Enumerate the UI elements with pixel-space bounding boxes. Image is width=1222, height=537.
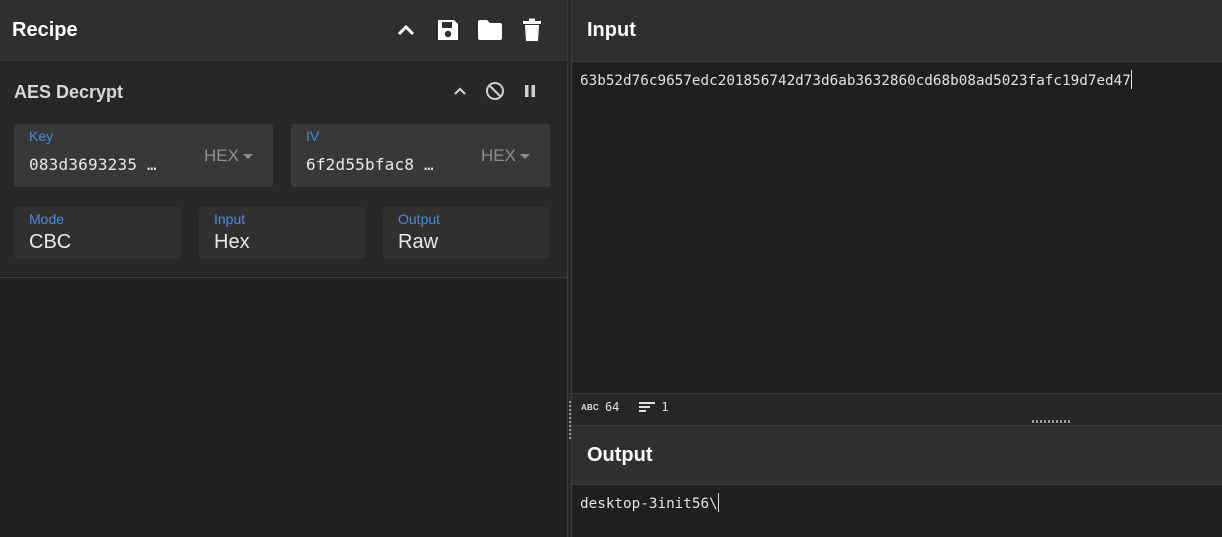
pause-icon xyxy=(524,85,535,97)
key-encoding-dropdown[interactable]: HEX xyxy=(204,146,253,166)
output-text: desktop-3init56\ xyxy=(580,496,718,512)
load-recipe-button[interactable] xyxy=(469,10,511,50)
pause-operation-button[interactable] xyxy=(512,76,547,106)
input-format-label: Input xyxy=(214,211,246,227)
input-format-value: Hex xyxy=(214,231,250,253)
iv-encoding-value: HEX xyxy=(481,146,516,165)
operation-title: AES Decrypt xyxy=(14,82,124,102)
clear-recipe-button[interactable] xyxy=(511,10,553,50)
iv-encoding-dropdown[interactable]: HEX xyxy=(481,146,530,166)
splitter-grip-icon xyxy=(1032,420,1070,423)
chevron-up-icon xyxy=(397,24,415,36)
save-icon xyxy=(438,20,458,40)
length-stat: ABC 64 xyxy=(581,400,619,414)
output-text-wrap: desktop-3init56\ xyxy=(580,493,719,512)
chevron-up-icon xyxy=(453,87,466,95)
length-value: 64 xyxy=(604,400,620,414)
text-cursor xyxy=(717,493,719,512)
recipe-title: Recipe xyxy=(12,18,78,41)
mode-dropdown[interactable]: Mode CBC xyxy=(14,207,181,259)
caret-down-icon xyxy=(520,154,530,159)
key-encoding-value: HEX xyxy=(204,146,239,165)
input-header: Input xyxy=(572,0,1222,62)
key-field[interactable]: Key 083d3693235 … HEX xyxy=(14,124,273,187)
recipe-panel: Recipe AES Decrypt Key 083d3693235 … HEX… xyxy=(0,0,567,537)
output-format-label: Output xyxy=(398,211,441,227)
text-cursor xyxy=(1130,70,1132,89)
trash-icon xyxy=(523,18,541,41)
caret-down-icon xyxy=(243,154,253,159)
disable-icon xyxy=(485,82,504,100)
iv-value[interactable]: 6f2d55bfac8 … xyxy=(306,155,434,174)
recipe-header: Recipe xyxy=(0,0,567,61)
input-textarea[interactable]: 63b52d76c9657edc201856742d73d6ab3632860c… xyxy=(572,62,1222,393)
splitter-grip-icon xyxy=(569,401,571,441)
input-text-wrap: 63b52d76c9657edc201856742d73d6ab3632860c… xyxy=(580,70,1132,89)
iv-field[interactable]: IV 6f2d55bfac8 … HEX xyxy=(291,124,550,187)
lines-stat: 1 xyxy=(639,400,669,414)
io-panel: Input 63b52d76c9657edc201856742d73d6ab36… xyxy=(572,0,1222,537)
mode-value: CBC xyxy=(29,231,72,253)
output-title: Output xyxy=(587,443,653,466)
save-recipe-button[interactable] xyxy=(427,10,469,50)
output-format-dropdown[interactable]: Output Raw xyxy=(383,207,550,259)
aes-decrypt-operation: AES Decrypt Key 083d3693235 … HEX IV 6f2… xyxy=(0,62,567,278)
iv-label: IV xyxy=(306,128,320,144)
collapse-all-button[interactable] xyxy=(385,10,427,50)
lines-value: 1 xyxy=(661,400,669,414)
disable-operation-button[interactable] xyxy=(477,76,512,106)
key-label: Key xyxy=(29,128,54,144)
output-textarea[interactable]: desktop-3init56\ xyxy=(572,485,1222,537)
lines-icon xyxy=(639,402,656,412)
abc-icon: ABC xyxy=(581,402,599,412)
input-text: 63b52d76c9657edc201856742d73d6ab3632860c… xyxy=(580,73,1131,89)
folder-icon xyxy=(478,20,502,40)
input-format-dropdown[interactable]: Input Hex xyxy=(199,207,366,259)
output-format-value: Raw xyxy=(398,231,439,253)
mode-label: Mode xyxy=(29,211,65,227)
input-title: Input xyxy=(587,19,636,41)
input-status-bar: ABC 64 1 xyxy=(572,393,1222,420)
collapse-operation-button[interactable] xyxy=(442,76,477,106)
key-value[interactable]: 083d3693235 … xyxy=(29,155,157,174)
output-header: Output xyxy=(572,426,1222,485)
